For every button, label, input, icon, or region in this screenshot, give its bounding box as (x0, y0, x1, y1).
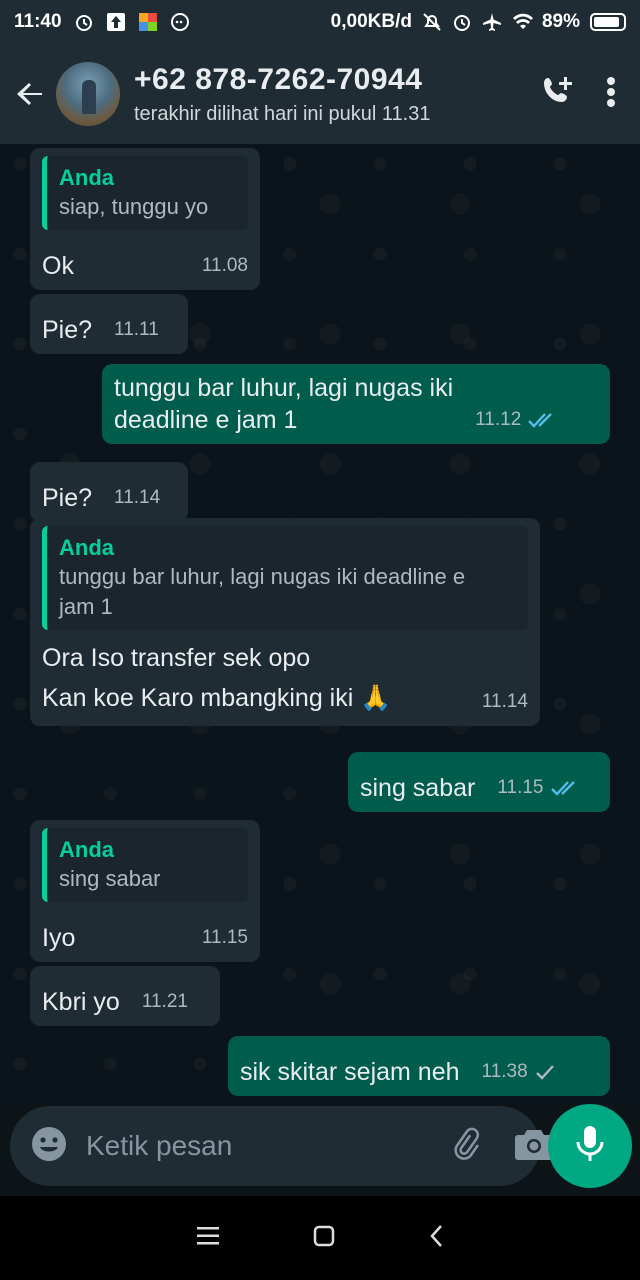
quoted-message[interactable]: Anda sing sabar (42, 828, 248, 902)
chat-header: +62 878-7262-70944 terakhir dilihat hari… (0, 44, 640, 144)
message-incoming[interactable]: Pie? 11.11 (30, 294, 188, 354)
message-text: Ora Iso transfer sek opo Kan koe Karo mb… (42, 644, 392, 712)
message-time: 11.15 (201, 927, 248, 948)
attach-icon[interactable] (447, 1124, 487, 1169)
add-call-icon[interactable] (540, 74, 576, 115)
message-text: Kbri yo (42, 988, 120, 1016)
quote-author: Anda (59, 837, 114, 862)
network-speed: 0,00KB/d (330, 11, 412, 32)
message-incoming[interactable]: Kbri yo 11.21 (30, 966, 220, 1026)
message-time: 11.14 (481, 691, 528, 712)
upload-icon (106, 12, 126, 32)
status-bar: 11:40 0,00KB/d 89% (0, 0, 640, 44)
last-seen-status: terakhir dilihat hari ini pukul 11.31 (134, 102, 431, 125)
contact-info[interactable]: +62 878-7262-70944 terakhir dilihat hari… (134, 63, 430, 126)
mic-button[interactable] (548, 1104, 632, 1188)
message-text: sing sabar (360, 774, 476, 802)
message-time: 11.21 (141, 991, 188, 1012)
message-outgoing[interactable]: sik skitar sejam neh 11.38 (228, 1036, 610, 1096)
quoted-message[interactable]: Anda tunggu bar luhur, lagi nugas iki de… (42, 526, 528, 630)
alarm-icon (74, 12, 94, 32)
wifi-icon (512, 12, 533, 32)
quote-text: siap, tunggu yo (59, 194, 209, 219)
message-incoming[interactable]: Anda siap, tunggu yo Ok 11.08 (30, 148, 260, 290)
message-text: tunggu bar luhur, lagi nugas iki deadlin… (114, 374, 454, 434)
back-icon[interactable] (429, 1224, 443, 1253)
battery-percent: 89% (541, 11, 580, 32)
status-time: 11:40 (14, 11, 62, 32)
message-composer (10, 1106, 553, 1186)
message-input[interactable] (86, 1130, 447, 1162)
quote-author: Anda (59, 535, 114, 560)
message-time: 11.15 (497, 777, 544, 798)
alarm-icon (452, 12, 472, 32)
read-ticks-icon (550, 779, 580, 797)
emoji-icon[interactable] (30, 1125, 68, 1168)
chat-bubble-icon (170, 12, 190, 32)
message-incoming[interactable]: Anda sing sabar Iyo 11.15 (30, 820, 260, 962)
message-time: 11.08 (201, 255, 248, 276)
message-time: 11.38 (481, 1061, 528, 1082)
message-time: 11.12 (475, 409, 522, 430)
message-text: Pie? (42, 316, 93, 344)
avatar[interactable] (56, 62, 120, 126)
more-vert-icon[interactable] (606, 76, 616, 113)
message-incoming[interactable]: Anda tunggu bar luhur, lagi nugas iki de… (30, 518, 540, 726)
back-arrow-icon[interactable] (10, 74, 50, 114)
message-outgoing[interactable]: sing sabar 11.15 (348, 752, 610, 812)
airplane-icon (482, 12, 502, 32)
message-text: sik skitar sejam neh (240, 1058, 460, 1086)
message-text: Iyo (42, 924, 76, 952)
battery-icon (590, 13, 626, 31)
quote-author: Anda (59, 165, 114, 190)
quoted-message[interactable]: Anda siap, tunggu yo (42, 156, 248, 230)
message-text: Ok (42, 252, 74, 280)
message-outgoing[interactable]: tunggu bar luhur, lagi nugas iki deadlin… (102, 364, 610, 444)
mute-icon (422, 12, 442, 32)
message-list[interactable]: Anda siap, tunggu yo Ok 11.08 Pie? 11.11… (0, 144, 640, 1104)
app-icon (138, 12, 158, 32)
read-ticks-icon (527, 411, 557, 429)
menu-icon[interactable] (197, 1226, 219, 1251)
contact-name: +62 878-7262-70944 (134, 62, 423, 96)
message-time: 11.11 (114, 319, 159, 340)
quote-text: tunggu bar luhur, lagi nugas iki deadlin… (59, 564, 466, 619)
message-time: 11.14 (114, 487, 161, 508)
mic-icon (575, 1124, 605, 1169)
quote-text: sing sabar (59, 866, 161, 891)
message-incoming[interactable]: Pie? 11.14 (30, 462, 188, 522)
sent-tick-icon (534, 1063, 556, 1081)
system-nav-bar (0, 1196, 640, 1280)
message-text: Pie? (42, 484, 93, 512)
home-icon[interactable] (313, 1225, 335, 1252)
